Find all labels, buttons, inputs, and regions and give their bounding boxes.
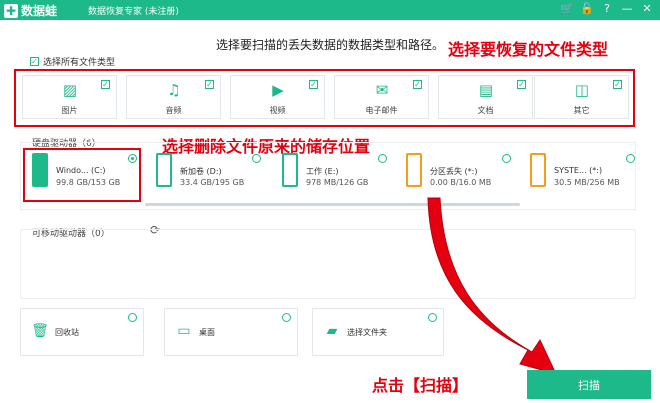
scan-button[interactable]: 扫描 [527,370,651,399]
annotation-click-scan: 点击【扫描】 [372,376,469,395]
annotation-arrow [427,197,557,375]
